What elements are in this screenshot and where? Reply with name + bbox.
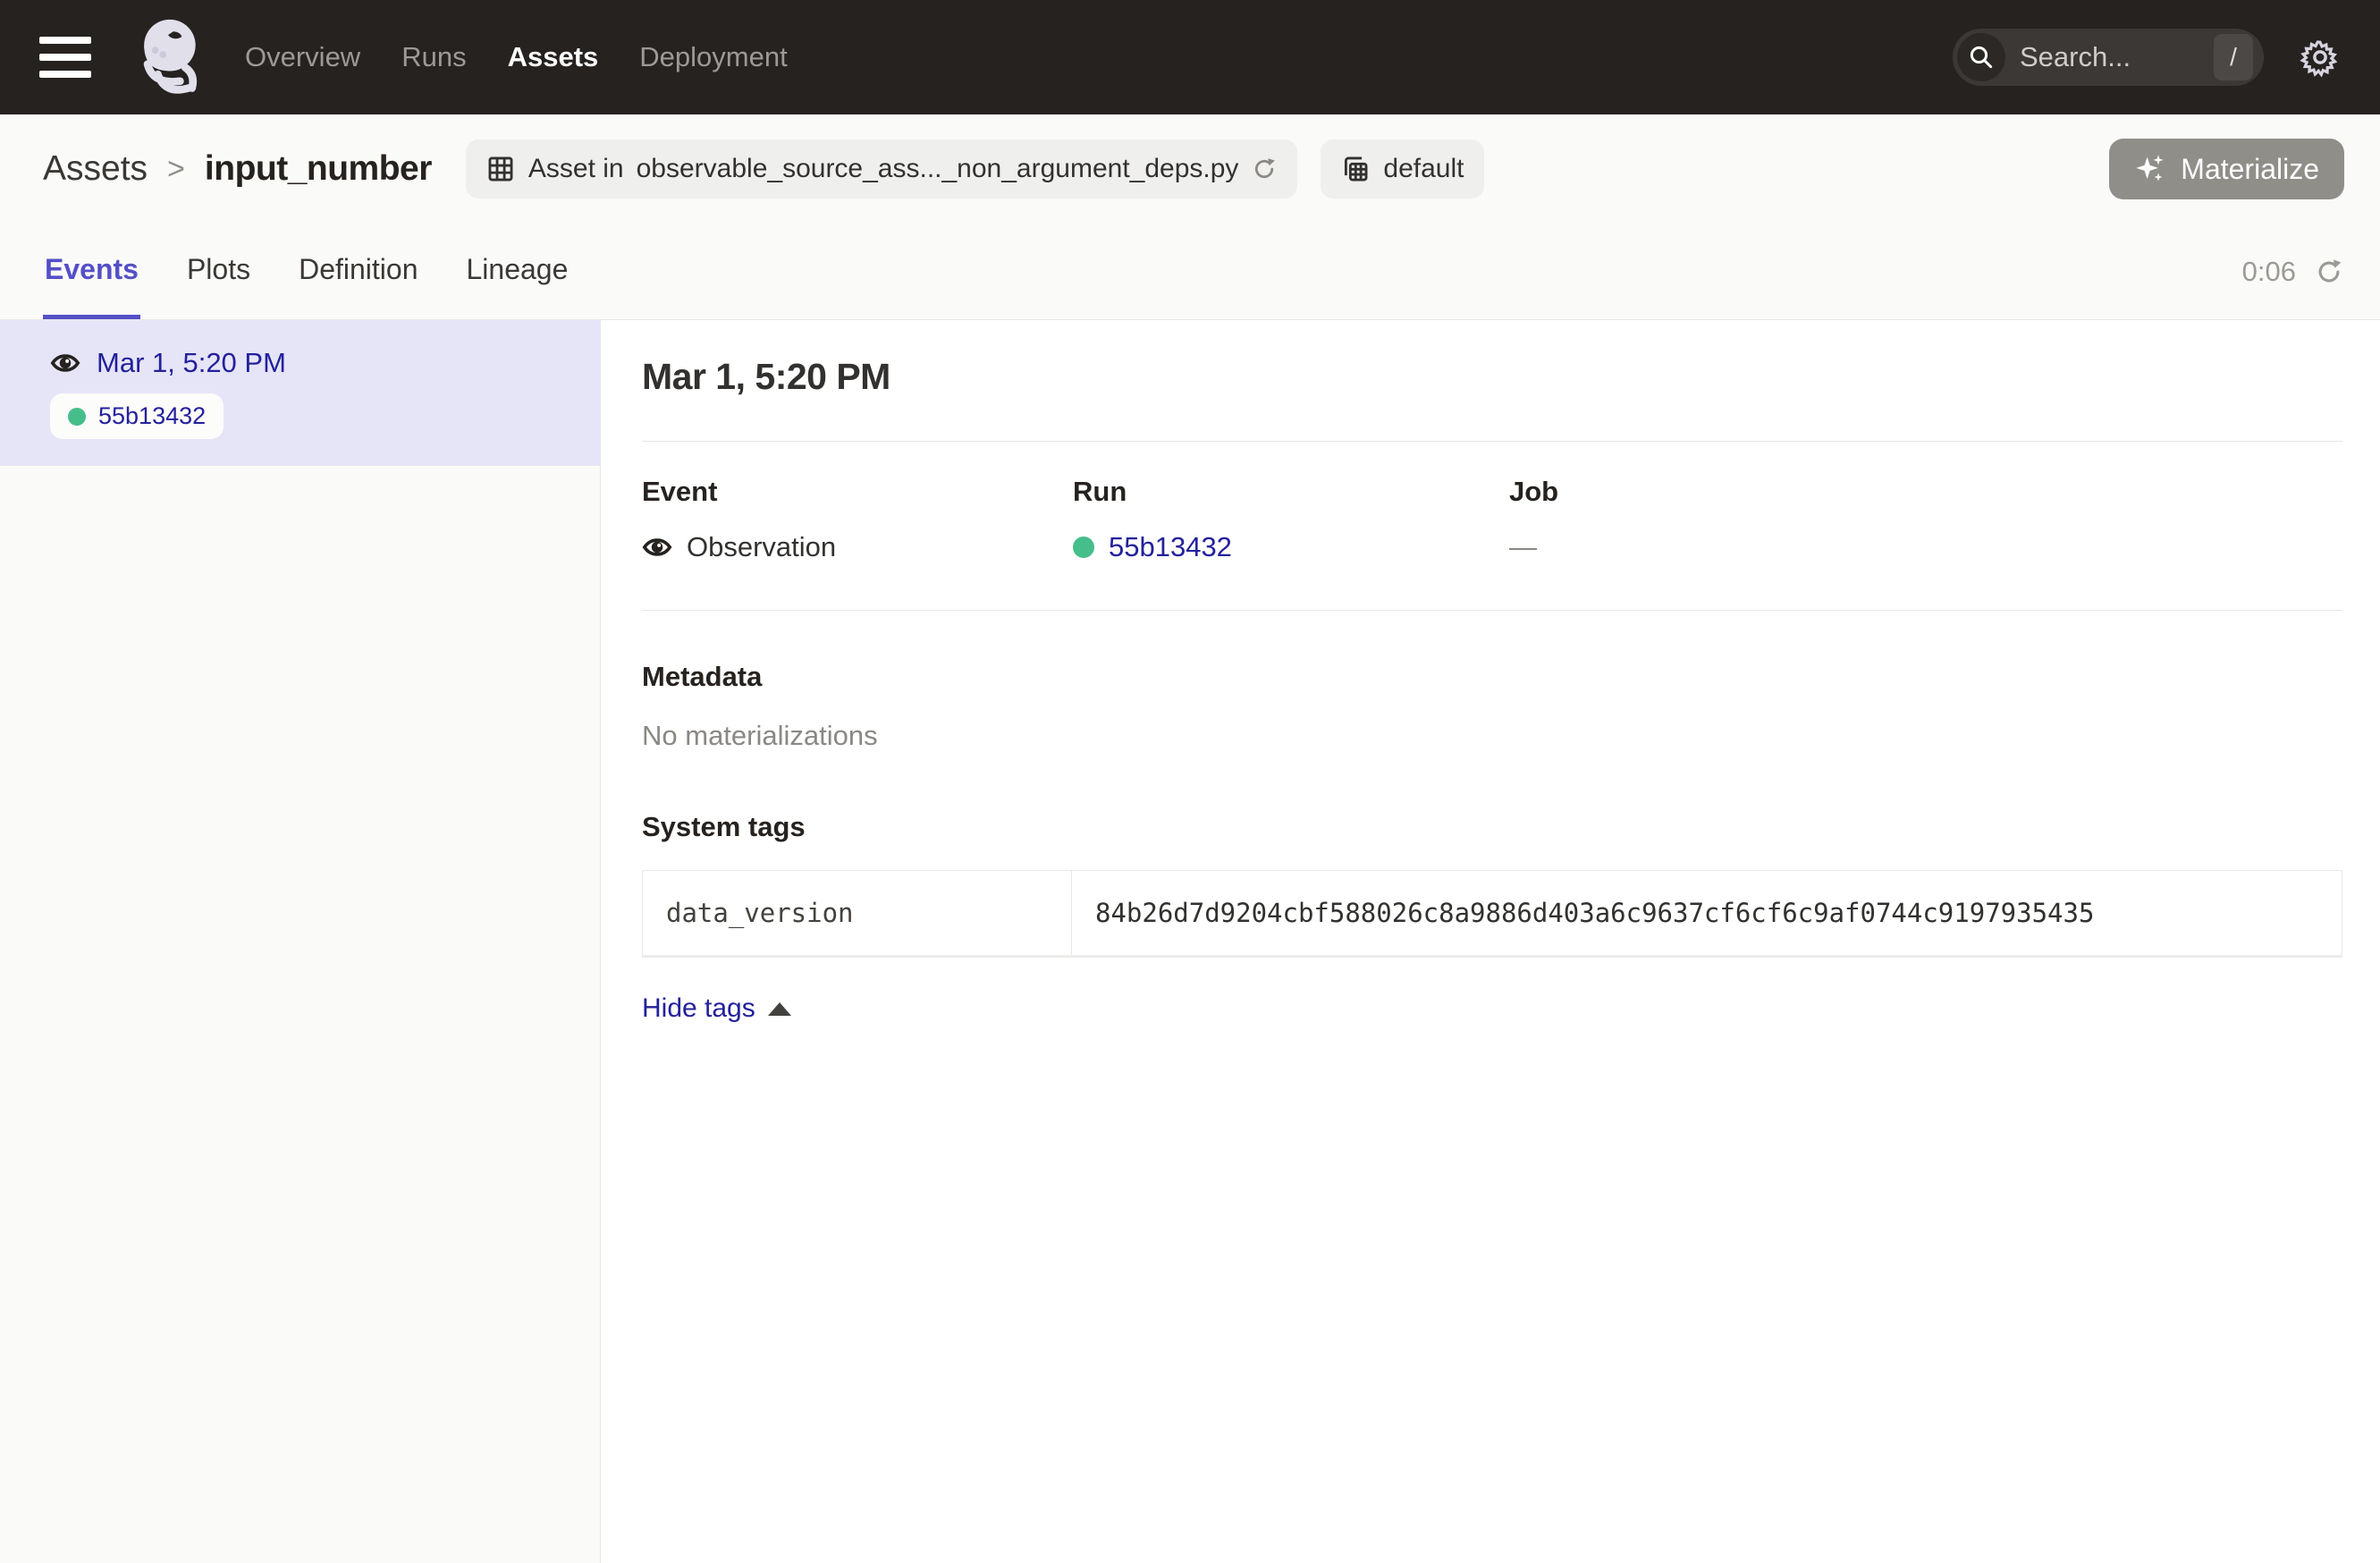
event-column: Event Observation (642, 476, 1073, 563)
auto-refresh-countdown: 0:06 (2242, 256, 2296, 288)
run-column: Run 55b13432 (1073, 476, 1509, 563)
table-row: data_version 84b26d7d9204cbf588026c8a988… (643, 871, 2342, 957)
observation-eye-icon (642, 532, 672, 562)
gear-icon[interactable] (2300, 37, 2341, 78)
event-column-label: Event (642, 476, 1073, 508)
nav-item-runs[interactable]: Runs (401, 41, 466, 73)
repository-icon (1340, 154, 1371, 184)
repository-badge[interactable]: default (1321, 139, 1483, 199)
sparkles-icon (2134, 153, 2166, 185)
event-detail-panel: Mar 1, 5:20 PM Event Observation Run (601, 320, 2380, 1563)
search-input[interactable] (2020, 41, 2199, 73)
nav-item-assets[interactable]: Assets (508, 41, 599, 73)
tag-value-cell: 84b26d7d9204cbf588026c8a9886d403a6c9637c… (1072, 871, 2342, 957)
reload-definition-icon[interactable] (1251, 156, 1278, 182)
tab-lineage[interactable]: Lineage (464, 224, 570, 319)
event-detail-title: Mar 1, 5:20 PM (642, 356, 2342, 398)
event-list-item[interactable]: Mar 1, 5:20 PM 55b13432 (0, 320, 600, 466)
global-search[interactable]: / (1953, 29, 2264, 86)
primary-nav: Overview Runs Assets Deployment (245, 41, 788, 73)
breadcrumb-assets-link[interactable]: Assets (43, 149, 148, 189)
dagster-logo-icon[interactable] (127, 13, 209, 102)
event-summary-columns: Event Observation Run 55b13432 (642, 476, 2342, 563)
run-status-dot (1073, 536, 1094, 558)
metadata-empty-message: No materializations (642, 720, 2342, 752)
system-tags-table: data_version 84b26d7d9204cbf588026c8a988… (642, 870, 2342, 958)
divider (642, 441, 2342, 442)
asset-in-label: Asset in (528, 154, 624, 184)
materialize-label: Materialize (2181, 153, 2319, 186)
tab-definition[interactable]: Definition (297, 224, 419, 319)
run-id-label: 55b13432 (98, 402, 206, 430)
content-area: Mar 1, 5:20 PM 55b13432 Mar 1, 5:20 PM E… (0, 320, 2380, 1563)
hamburger-menu-icon[interactable] (39, 37, 91, 78)
page-title: input_number (205, 149, 432, 189)
metadata-section-title: Metadata (642, 661, 2342, 693)
asset-definition-link[interactable]: observable_source_ass..._non_argument_de… (637, 154, 1239, 184)
event-list-sidebar: Mar 1, 5:20 PM 55b13432 (0, 320, 601, 1563)
run-column-label: Run (1073, 476, 1509, 508)
divider (642, 610, 2342, 611)
nav-item-overview[interactable]: Overview (245, 41, 360, 73)
hide-tags-link[interactable]: Hide tags (642, 993, 791, 1024)
asset-tabs: Events Plots Definition Lineage (43, 224, 570, 319)
hide-tags-label: Hide tags (642, 993, 755, 1024)
search-icon (1957, 33, 2005, 81)
system-tags-section-title: System tags (642, 811, 2342, 843)
search-shortcut-key: / (2214, 34, 2253, 80)
table-grid-icon (485, 154, 516, 184)
tab-events[interactable]: Events (43, 224, 140, 319)
job-column: Job — (1509, 476, 2342, 563)
job-column-label: Job (1509, 476, 2342, 508)
tab-plots[interactable]: Plots (185, 224, 252, 319)
observation-eye-icon (50, 348, 80, 378)
breadcrumb-separator: > (167, 152, 185, 187)
run-status-dot (68, 408, 86, 426)
top-nav-bar: Overview Runs Assets Deployment / (0, 0, 2380, 114)
asset-definition-badge[interactable]: Asset in observable_source_ass..._non_ar… (466, 139, 1298, 199)
nav-item-deployment[interactable]: Deployment (639, 41, 787, 73)
caret-up-icon (768, 1002, 791, 1016)
job-empty-value: — (1509, 531, 1537, 563)
tag-key-cell: data_version (643, 871, 1072, 957)
run-id-link[interactable]: 55b13432 (1109, 531, 1232, 563)
run-id-pill[interactable]: 55b13432 (50, 393, 224, 439)
repository-default-link[interactable]: default (1383, 154, 1464, 184)
asset-tabs-row: Events Plots Definition Lineage 0:06 (0, 224, 2380, 320)
refresh-icon[interactable] (2314, 257, 2344, 287)
event-type-value: Observation (687, 531, 836, 563)
event-timestamp-link[interactable]: Mar 1, 5:20 PM (97, 347, 286, 379)
materialize-button[interactable]: Materialize (2109, 139, 2344, 199)
asset-header-row: Assets > input_number Asset in observabl… (0, 114, 2380, 224)
